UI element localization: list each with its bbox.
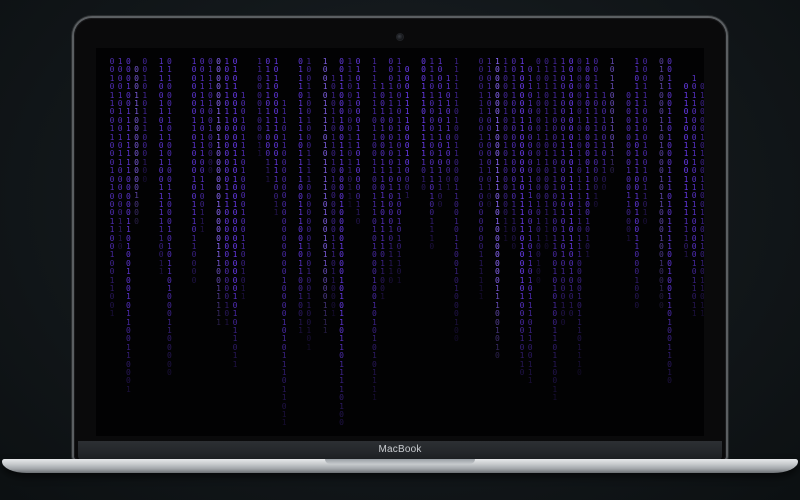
digital-rain-column: 1 0 0 0 1 1 1 0 1 1 0 1 0 1 1 1 0 0 [437,57,443,209]
digital-rain-column: 0 0 0 1 1 1 1 0 0 0 1 0 0 1 0 1 0 0 0 0 … [388,57,394,285]
digital-rain-column: 1 1 1 0 0 1 0 1 1 1 0 1 1 1 0 1 1 0 0 1 … [396,57,402,285]
digital-rain-column: 1 1 0 0 0 0 1 0 0 0 1 1 [257,57,262,159]
digital-rain-column: 0 0 0 0 0 0 0 1 0 1 0 1 1 0 1 1 1 1 1 1 … [576,57,582,378]
digital-rain-column: 1 1 1 1 1 1 0 1 0 0 1 1 0 0 0 1 1 0 0 1 … [453,57,459,344]
digital-rain-column: 0 1 1 1 1 0 1 1 1 0 0 0 1 1 1 [265,57,271,184]
digital-rain-column: 0 0 0 1 1 1 0 1 1 1 1 1 1 0 1 0 [421,57,426,193]
digital-rain-column: 0 1 1 0 1 0 1 0 0 0 0 0 0 1 1 1 1 0 0 1 … [527,65,533,386]
digital-rain-column: 1 1 0 0 0 0 0 1 1 0 0 0 0 0 1 0 1 1 1 1 … [519,57,525,378]
digital-rain-column: 1 0 0 1 0 0 1 0 1 1 0 0 [601,90,607,193]
digital-rain-column: 1 1 1 0 1 1 0 0 0 0 0 0 0 0 0 0 0 0 0 0 … [281,99,287,428]
digital-rain-column: 0 0 1 0 0 0 1 0 0 0 1 1 0 1 1 1 1 0 1 1 … [568,57,574,319]
digital-rain-column: 0 0 0 1 1 1 0 0 0 0 1 0 0 1 0 1 1 0 1 0 [642,57,648,226]
digital-rain-column: 0 0 0 0 0 0 0 0 0 1 0 0 1 1 0 0 0 1 [626,90,631,243]
brand-label: MacBook [378,444,422,455]
digital-rain-column: 0 1 0 0 0 0 1 0 1 0 0 1 1 0 0 1 1 0 1 1 … [699,82,704,319]
digital-rain-column: 1 1 1 0 0 1 1 0 1 1 0 1 1 0 0 1 1 1 1 1 … [158,57,164,277]
digital-rain-column: 0 1 0 1 1 0 0 0 1 1 1 0 1 0 0 0 0 1 1 0 [355,57,361,226]
digital-rain-column: 1 0 0 0 0 0 0 1 1 0 1 0 0 0 1 0 0 1 1 1 … [191,57,197,285]
digital-rain-column: 0 0 1 1 1 0 0 1 0 0 0 1 0 0 0 1 0 1 1 1 … [511,57,517,251]
digital-rain-column: 1 1 1 1 1 1 1 0 1 1 0 0 1 1 0 0 1 1 1 0 … [371,57,377,403]
webcam-icon [397,34,403,40]
digital-rain-column: 1 0 1 1 0 0 0 1 1 0 1 1 1 0 [609,57,615,176]
digital-rain-column: 1 1 0 1 1 0 1 0 0 1 0 0 0 1 0 1 0 0 [486,57,492,209]
digital-rain-column: 1 1 1 0 0 1 0 0 0 1 1 0 1 1 0 1 1 1 [347,57,353,209]
digital-rain-column: 0 1 0 1 0 0 1 0 0 0 0 1 1 0 1 0 0 1 0 0 … [232,57,238,369]
digital-rain-column: 1 0 1 0 1 1 0 1 1 0 1 0 1 0 0 0 0 0 0 1 … [330,73,336,319]
digital-rain-column: 0 0 1 1 1 0 1 1 1 1 1 1 0 0 0 0 1 0 [593,57,599,209]
digital-rain-column: 1 0 0 1 0 1 1 1 1 0 1 0 1 1 1 1 1 0 1 0 … [322,57,328,335]
digital-rain-column: 1 1 0 1 0 1 1 0 1 0 0 0 0 1 [445,73,451,193]
digital-rain-column: 0 1 1 1 0 1 1 1 1 1 0 1 1 1 1 0 0 1 1 1 … [298,57,303,335]
digital-rain-column: 1 1 1 1 1 1 1 0 0 0 0 1 0 1 1 1 0 0 1 0 … [552,57,558,403]
digital-rain-column: 0 0 0 1 1 1 0 0 0 0 0 0 0 0 0 1 0 0 0 [134,65,139,226]
digital-rain-column: 1 1 0 0 0 0 1 0 0 0 1 0 1 0 0 0 0 0 0 1 … [503,57,508,243]
digital-rain-column: 0 0 0 0 0 0 1 1 0 1 1 0 0 0 0 0 0 1 0 0 … [216,57,221,327]
digital-rain-column: 1 1 0 0 1 0 0 0 0 1 1 1 0 0 0 0 1 0 1 0 … [560,57,566,327]
digital-rain-column: 0 1 1 1 0 1 0 0 1 0 0 0 0 0 [207,57,213,176]
digital-rain-column: 0 1 1 0 1 0 0 1 1 0 0 1 1 1 1 1 1 1 1 0 … [683,82,689,260]
digital-rain-column: 1 0 0 1 1 0 1 1 0 0 0 0 0 0 0 1 1 1 0 0 … [224,57,230,327]
digital-rain-column: 1 0 0 1 0 1 0 0 0 1 1 1 0 1 1 0 1 1 1 1 … [380,82,385,302]
digital-rain-column: 0 0 1 1 0 0 0 1 0 0 1 1 1 0 0 0 0 1 0 0 … [339,57,344,428]
laptop-screen: 0 0 1 0 1 1 0 0 1 1 0 0 0 1 0 1 0 0 0 1 … [96,48,704,436]
digital-rain-column: 0 1 1 0 0 0 1 1 0 1 0 0 1 0 0 1 1 0 0 0 … [166,57,172,378]
digital-rain-column: 0 0 1 1 1 1 0 1 0 1 1 1 0 0 1 1 0 0 1 1 … [199,57,205,235]
digital-rain-column: 0 1 0 1 1 0 0 0 0 1 0 0 1 0 0 0 0 1 0 1 … [535,57,541,285]
digital-rain-column: 1 0 0 0 0 0 0 1 1 0 0 0 1 1 1 1 0 1 0 1 … [494,57,500,361]
digital-rain-column: 0 0 0 0 1 1 1 0 0 1 0 0 1 1 0 1 0 0 0 0 … [478,57,484,302]
digital-rain-column: 0 1 0 1 0 0 0 1 1 0 1 0 0 0 1 0 1 1 0 0 … [658,57,664,310]
digital-rain-column: 0 0 0 1 1 1 1 0 0 0 1 0 0 0 0 1 [404,65,410,201]
lid-opening-notch [325,459,475,464]
digital-rain-column: 0 0 1 0 1 0 1 1 1 0 0 0 1 0 0 [142,57,148,184]
digital-rain-column: 1 1 0 1 1 1 1 1 1 1 0 1 1 1 0 0 1 0 1 0 … [634,57,640,310]
digital-rain-column: 1 0 0 0 1 0 1 1 0 0 0 0 0 1 1 1 1 0 0 1 … [585,57,590,260]
digital-rain-column: 1 1 1 0 1 0 0 0 0 1 0 0 0 1 1 0 1 0 0 1 … [429,57,435,251]
digital-rain-column: 1 0 0 1 0 1 1 1 0 1 0 0 0 0 1 0 0 1 1 0 … [240,90,246,302]
digital-rain-column: 0 0 1 1 0 0 1 1 0 1 0 0 0 1 1 1 0 1 0 1 … [667,57,672,386]
digital-rain-column: 1 0 1 0 0 0 0 1 1 0 0 0 1 1 1 0 0 1 1 [273,57,279,218]
digital-rain-column: 0 0 0 1 0 0 1 1 1 1 1 1 1 1 0 0 0 0 0 1 … [125,57,131,394]
digital-rain-column: 0 0 1 0 1 1 0 0 1 1 0 0 0 1 0 1 0 0 0 1 … [109,57,115,319]
digital-rain-column: 0 1 0 1 0 0 1 1 1 1 0 1 1 0 0 0 0 1 1 1 … [544,57,549,251]
digital-rain-column: 1 0 0 1 1 0 0 1 0 0 0 1 1 1 1 0 0 0 0 0 … [306,57,312,352]
digital-rain-column: 1 0 1 1 0 0 0 0 1 1 1 0 0 1 0 1 1 0 0 0 … [691,73,697,319]
digital-rain-column: 1 0 0 0 1 0 1 0 0 1 0 1 1 0 0 0 0 0 0 1 … [117,57,123,251]
